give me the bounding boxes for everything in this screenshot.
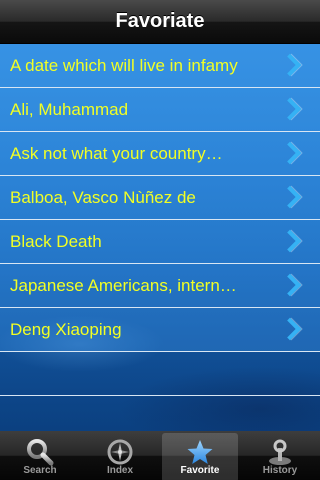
- list-item[interactable]: Japanese Americans, intern…: [0, 264, 320, 308]
- list-item-label: A date which will live in infamy: [10, 56, 238, 75]
- chevron-right-icon: [278, 53, 302, 77]
- tab-label: Search: [23, 465, 57, 476]
- star-icon: [187, 440, 213, 464]
- list-item-label: Balboa, Vasco Nùñez de: [10, 188, 196, 207]
- navigation-bar: Favoriate: [0, 0, 320, 44]
- tab-index[interactable]: Index: [82, 433, 158, 480]
- joystick-icon: [269, 439, 291, 465]
- chevron-right-icon: [278, 317, 302, 341]
- list-item-label: Ask not what your country…: [10, 144, 223, 163]
- tab-bar: Search Index Favorite History: [0, 431, 320, 480]
- chevron-right-icon: [278, 273, 302, 297]
- list-item-label: Deng Xiaoping: [10, 320, 122, 339]
- favorites-screen: Favoriate A date which will live in infa…: [0, 0, 320, 480]
- list-item[interactable]: A date which will live in infamy: [0, 44, 320, 88]
- list-item[interactable]: Ali, Muhammad: [0, 88, 320, 132]
- empty-list-row: [0, 352, 320, 396]
- tab-label: Favorite: [180, 465, 220, 476]
- favorites-list: A date which will live in infamy Ali, Mu…: [0, 44, 320, 396]
- list-item-label: Japanese Americans, intern…: [10, 276, 237, 295]
- chevron-right-icon: [278, 185, 302, 209]
- tab-label: History: [262, 465, 298, 476]
- tab-search[interactable]: Search: [2, 433, 78, 480]
- page-title: Favoriate: [115, 10, 205, 32]
- list-item[interactable]: Balboa, Vasco Nùñez de: [0, 176, 320, 220]
- tab-favorite[interactable]: Favorite: [162, 433, 238, 480]
- list-item[interactable]: Ask not what your country…: [0, 132, 320, 176]
- list-item-label: Ali, Muhammad: [10, 100, 129, 119]
- list-item[interactable]: Black Death: [0, 220, 320, 264]
- chevron-right-icon: [278, 141, 302, 165]
- tab-label: Index: [106, 465, 134, 476]
- chevron-right-icon: [278, 229, 302, 253]
- list-item[interactable]: Deng Xiaoping: [0, 308, 320, 352]
- list-item-label: Black Death: [10, 232, 102, 251]
- chevron-right-icon: [278, 97, 302, 121]
- magnifier-icon: [27, 439, 54, 466]
- compass-icon: [107, 439, 133, 465]
- tab-history[interactable]: History: [242, 433, 318, 480]
